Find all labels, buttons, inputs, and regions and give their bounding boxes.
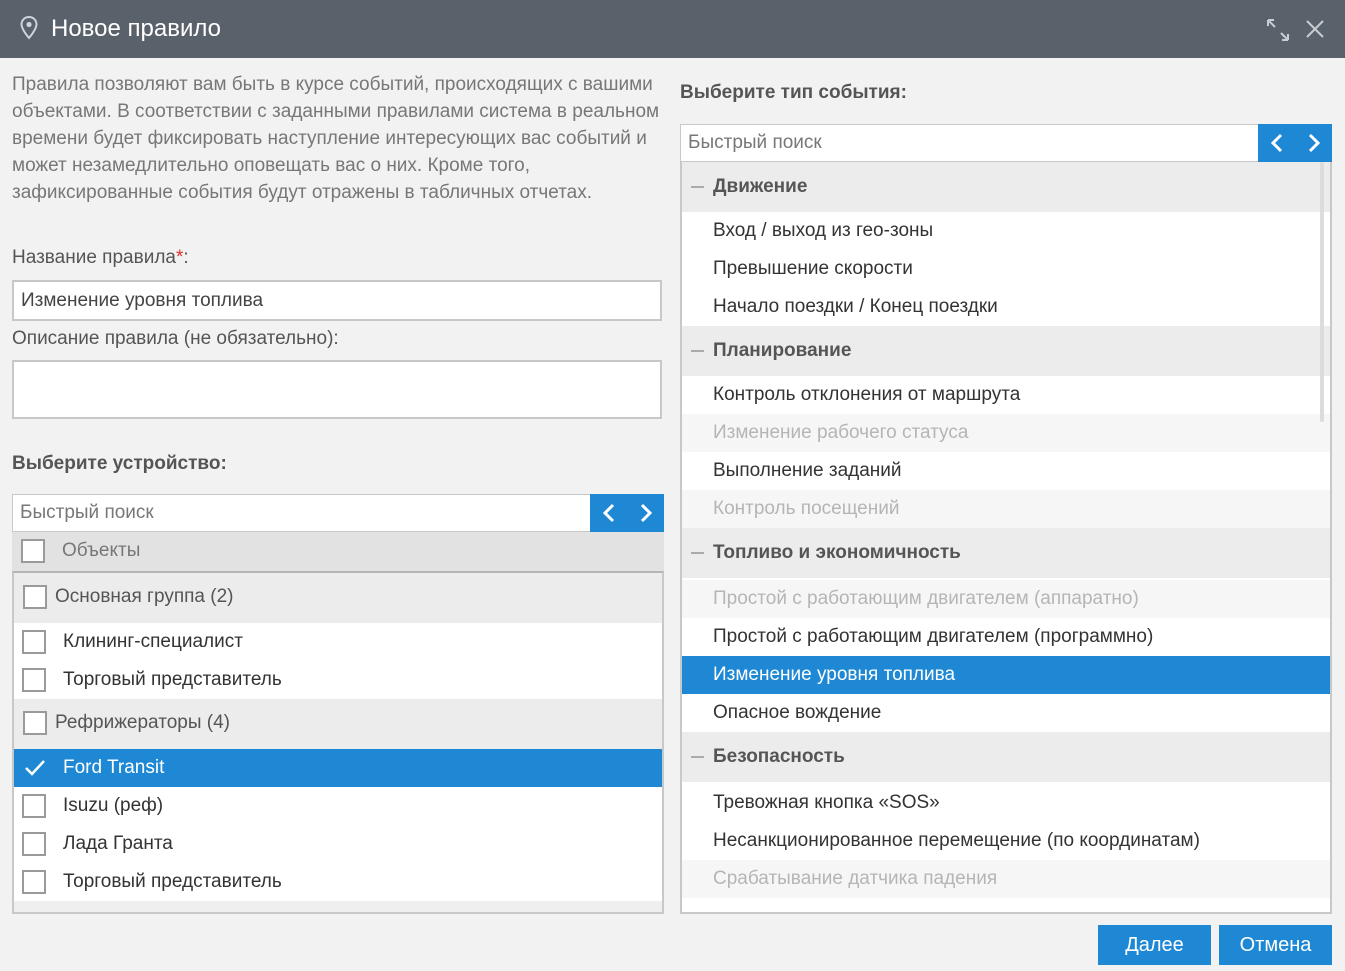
device-label: Ford Transit (63, 757, 165, 778)
event-item[interactable]: Выполнение заданий (682, 452, 1330, 490)
event-item[interactable]: Контроль отклонения от маршрута (682, 376, 1330, 414)
rules-description: Правила позволяют вам быть в курсе событ… (12, 74, 660, 203)
chevron-right-icon (640, 503, 652, 523)
event-item-disabled: Изменение рабочего статуса (682, 414, 1330, 452)
device-checkbox[interactable] (22, 832, 46, 856)
event-item-label: Простой с работающим двигателем (аппарат… (713, 588, 1139, 609)
device-label: Клининг-специалист (63, 631, 243, 652)
chevron-left-icon (1270, 133, 1282, 153)
device-item[interactable]: Лада Гранта (14, 825, 662, 863)
event-item[interactable]: Вход / выход из гео-зоны (682, 212, 1330, 250)
event-search-input[interactable] (680, 124, 1259, 162)
device-item[interactable]: Торговый представитель (14, 863, 662, 901)
events-section-title: Выберите тип события: (680, 82, 907, 103)
event-category[interactable]: Топливо и экономичность (682, 528, 1330, 578)
objects-header-row[interactable]: Объекты (12, 532, 664, 571)
event-prev-button[interactable] (1258, 124, 1295, 162)
event-item-label: Вход / выход из гео-зоны (713, 220, 934, 241)
event-item-label: Выполнение заданий (713, 460, 902, 481)
expand-icon[interactable] (1265, 17, 1291, 48)
event-category-label: Топливо и экономичность (713, 542, 961, 563)
device-label: Торговый представитель (63, 669, 282, 690)
event-item[interactable]: Превышение скорости (682, 250, 1330, 288)
group-label: Рефрижераторы (4) (55, 712, 230, 733)
event-category-label: Движение (713, 176, 808, 197)
objects-header-label: Объекты (62, 540, 141, 561)
event-item-label: Начало поездки / Конец поездки (713, 296, 998, 317)
event-list-scrollbar[interactable] (1320, 162, 1324, 422)
device-label: Торговый представитель (63, 871, 282, 892)
event-item-label: Изменение уровня топлива (713, 664, 956, 685)
device-group-main[interactable]: Основная группа (2) (14, 573, 662, 623)
device-item-selected[interactable]: Ford Transit (14, 749, 662, 787)
event-item-label: Несанкционированное перемещение (по коор… (713, 830, 1200, 851)
event-item-label: Тревожная кнопка «SOS» (713, 792, 940, 813)
device-search-input[interactable] (12, 494, 591, 532)
location-pin-icon (20, 15, 38, 45)
device-item[interactable]: Клининг-специалист (14, 623, 662, 661)
window-title: Новое правило (51, 15, 221, 42)
event-item[interactable]: Несанкционированное перемещение (по коор… (682, 822, 1330, 860)
device-checkbox[interactable] (22, 794, 46, 818)
event-item-disabled: Простой с работающим двигателем (аппарат… (682, 580, 1330, 618)
collapse-minus-icon[interactable] (691, 186, 704, 188)
event-item-label: Срабатывание датчика падения (713, 868, 998, 889)
chevron-left-icon (602, 503, 614, 523)
event-category[interactable]: Планирование (682, 326, 1330, 376)
event-next-button[interactable] (1295, 124, 1332, 162)
event-item-label: Контроль посещений (713, 498, 900, 519)
device-item[interactable]: Торговый представитель (14, 661, 662, 699)
close-icon[interactable] (1305, 19, 1325, 44)
devices-section-title: Выберите устройство: (12, 453, 227, 474)
event-item-label: Превышение скорости (713, 258, 913, 279)
event-category[interactable]: Безопасность (682, 732, 1330, 782)
event-item[interactable]: Начало поездки / Конец поездки (682, 288, 1330, 326)
event-type-list: Движение Вход / выход из гео-зоны Превыш… (680, 162, 1332, 914)
event-category-label: Безопасность (713, 746, 845, 767)
rule-description-label: Описание правила (не обязательно): (12, 328, 339, 349)
next-button[interactable]: Далее (1098, 925, 1211, 965)
group-label: Основная группа (2) (55, 586, 234, 607)
collapse-minus-icon[interactable] (691, 756, 704, 758)
rule-description-field[interactable] (12, 360, 662, 419)
event-item-selected[interactable]: Изменение уровня топлива (682, 656, 1330, 694)
device-next-button[interactable] (627, 494, 664, 532)
event-item-label: Изменение рабочего статуса (713, 422, 969, 443)
window-titlebar: Новое правило (0, 0, 1345, 58)
device-checkbox[interactable] (22, 630, 46, 654)
collapse-minus-icon[interactable] (691, 350, 704, 352)
event-nav-buttons (1258, 124, 1332, 162)
cancel-button[interactable]: Отмена (1219, 925, 1332, 965)
event-item-disabled: Срабатывание датчика падения (682, 860, 1330, 898)
device-tree: Основная группа (2) Клининг-специалист Т… (12, 571, 664, 914)
event-item-label: Опасное вождение (713, 702, 882, 723)
rule-name-label-text: Название правила (12, 247, 176, 268)
checkmark-icon (25, 760, 45, 776)
device-label: Лада Гранта (63, 833, 173, 854)
rule-name-input[interactable] (12, 280, 662, 321)
event-category-label: Планирование (713, 340, 852, 361)
event-item-label: Простой с работающим двигателем (програм… (713, 626, 1154, 647)
device-item[interactable]: Isuzu (реф) (14, 787, 662, 825)
rule-name-label: Название правила*: (12, 247, 189, 269)
event-item[interactable]: Простой с работающим двигателем (програм… (682, 618, 1330, 656)
device-nav-buttons (590, 494, 664, 532)
device-label: Isuzu (реф) (63, 795, 164, 816)
event-item-disabled: Контроль посещений (682, 490, 1330, 528)
event-item[interactable]: Опасное вождение (682, 694, 1330, 732)
device-group-refrigerators[interactable]: Рефрижераторы (4) (14, 699, 662, 749)
event-category[interactable]: Движение (682, 162, 1330, 212)
device-prev-button[interactable] (590, 494, 627, 532)
group-checkbox[interactable] (23, 711, 47, 735)
rule-name-label-colon: : (183, 247, 189, 268)
event-item[interactable]: Тревожная кнопка «SOS» (682, 784, 1330, 822)
device-checkbox[interactable] (22, 668, 46, 692)
device-checkbox[interactable] (22, 870, 46, 894)
group-checkbox[interactable] (23, 585, 47, 609)
collapse-minus-icon[interactable] (691, 552, 704, 554)
event-item-label: Контроль отклонения от маршрута (713, 384, 1021, 405)
objects-select-all-checkbox[interactable] (21, 539, 45, 563)
chevron-right-icon (1308, 133, 1320, 153)
